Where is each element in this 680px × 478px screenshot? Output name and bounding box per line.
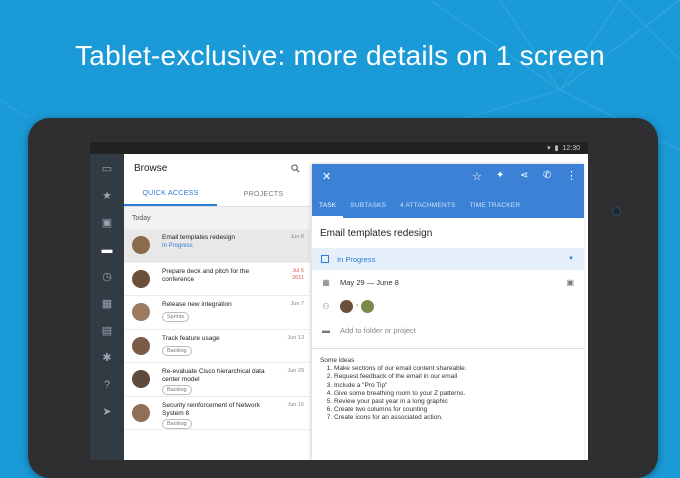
assignees-row: ⚇ › [312,294,584,318]
star-icon[interactable]: ★ [100,189,114,203]
briefcase-icon[interactable]: ▣ [100,216,114,230]
list-item-title: Prepare deck and pitch for the conferenc… [162,267,250,283]
phone-icon[interactable]: ✆ [543,170,551,181]
clock-time: 12:30 [562,144,580,152]
star-outline-icon[interactable]: ☆ [472,170,482,183]
complete-checkbox[interactable] [321,255,329,263]
task-description[interactable]: Some ideas Make sections of our email co… [312,349,584,423]
list-item-date: Jun 16 [287,401,304,408]
avatar [132,236,150,254]
list-item: Make sections of our email content share… [334,365,576,373]
list-item: Give some breathing room to your Z patte… [334,390,576,398]
list-item[interactable]: Re-evaluate Cisco hierarchical data cent… [124,363,310,397]
list-item-title: Track feature usage [162,334,220,342]
avatar[interactable] [340,299,353,313]
list-item-date: Jul 6 2011 [292,267,304,281]
list-item: Create two columns for counting [334,406,576,414]
wifi-icon: ▾ [547,145,551,152]
folder-placeholder: Add to folder or project [340,325,416,335]
notes-list: Make sections of our email content share… [320,365,576,422]
date-row[interactable]: ▦ May 29 — June 8 ▣ [312,270,584,294]
list-item: Request feedback of the email in our ema… [334,373,576,381]
list-item-date: Jun 8 [290,234,304,240]
list-item[interactable]: Track feature usage Backlog Jun 13 [124,330,310,363]
avatar [132,303,150,321]
list-item-date: Jun 29 [287,368,304,374]
list-item: Review your past year in a long graphic [334,398,576,406]
battery-icon: ▮ [554,145,559,152]
browse-tabs: QUICK ACCESS PROJECTS [124,182,310,207]
help-icon[interactable]: ? [100,378,114,392]
more-vert-icon[interactable]: ⋮ [566,169,577,182]
browse-header: Browse [124,154,310,182]
avatar [132,336,150,355]
tab-attachments[interactable]: 4 ATTACHMENTS [393,202,462,218]
calendar-icon: ▦ [322,277,330,287]
pin-icon[interactable]: ✦ [496,170,504,181]
task-dates: May 29 — June 8 [340,277,399,287]
list-item: Include a "Pro Tip" [334,382,576,390]
avatar [132,370,150,388]
browse-title: Browse [134,162,168,174]
status-bar: ▾ ▮ 12:30 [90,142,588,154]
avatar [132,403,150,422]
task-detail-panel: ✕ ☆ ✦ ⋖ ✆ ⋮ TASK SUBTASKS 4 ATTACHMENTS … [312,164,584,460]
folder-chip: Sprints [162,312,190,322]
headline: Tablet-exclusive: more details on 1 scre… [75,40,605,71]
list-item-date: Jun 7 [290,301,304,307]
app-screen: ▾ ▮ 12:30 ▭ ★ ▣ ▬ ◷ ▦ ▤ ✱ ? ➤ Browse QUI… [90,142,588,460]
calendar-icon[interactable]: ▦ [100,297,114,311]
folder-icon: ▬ [322,325,330,335]
folder-row[interactable]: ▬ Add to folder or project [312,318,584,342]
list-item-status: In Progress [162,243,193,249]
avatar[interactable] [361,299,374,313]
nav-rail: ▭ ★ ▣ ▬ ◷ ▦ ▤ ✱ ? ➤ [90,154,124,460]
gear-icon[interactable]: ✱ [100,351,114,365]
list-item: Create icons for an associated action. [334,414,576,422]
section-header: Today [124,207,310,229]
list-item[interactable]: Security reinforcement of Network System… [124,397,310,430]
list-item-date: Jun 13 [287,334,304,341]
share-icon[interactable]: ⋖ [520,170,528,181]
detail-tabs: TASK SUBTASKS 4 ATTACHMENTS TIME TRACKER [312,192,584,218]
arrow-icon: › [356,303,358,309]
grid-icon[interactable]: ▤ [100,324,114,338]
inbox-icon[interactable]: ▭ [100,162,114,176]
close-icon[interactable]: ✕ [322,171,331,183]
list-item-title: Email templates redesign [162,234,235,241]
tab-quick-access[interactable]: QUICK ACCESS [124,182,217,206]
list-item-title: Security reinforcement of Network System… [162,401,260,417]
people-icon: ⚇ [322,301,330,311]
send-icon[interactable]: ➤ [100,405,114,419]
list-item-title: Re-evaluate Cisco hierarchical data cent… [162,368,265,383]
browse-panel: Browse QUICK ACCESS PROJECTS Today Email… [124,154,310,460]
tab-task[interactable]: TASK [312,202,344,218]
search-icon[interactable] [291,163,300,173]
task-title[interactable]: Email templates redesign [312,218,584,248]
tab-subtasks[interactable]: SUBTASKS [343,202,393,218]
tab-time-tracker[interactable]: TIME TRACKER [463,202,528,218]
list-item[interactable]: Release new integration Sprints Jun 7 [124,296,310,330]
tablet-camera [612,207,621,216]
avatar [132,269,150,288]
status-dropdown[interactable]: In Progress ▼ [312,248,584,270]
folder-chip: Backlog [162,418,192,429]
clock-icon[interactable]: ◷ [100,270,114,284]
list-item[interactable]: Prepare deck and pitch for the conferenc… [124,263,310,296]
folder-chip: Backlog [162,385,192,395]
detail-toolbar: ✕ ☆ ✦ ⋖ ✆ ⋮ [312,164,584,192]
tab-projects[interactable]: PROJECTS [217,182,310,206]
folder-icon[interactable]: ▬ [100,243,114,257]
list-item-title: Release new integration [162,301,232,308]
notes-heading: Some ideas [320,357,355,364]
status-label: In Progress [337,254,376,264]
list-item[interactable]: Email templates redesign In Progress Jun… [124,229,310,263]
folder-chip: Backlog [162,345,192,356]
calendar-end-icon[interactable]: ▣ [566,278,574,287]
chevron-down-icon: ▼ [568,256,574,262]
